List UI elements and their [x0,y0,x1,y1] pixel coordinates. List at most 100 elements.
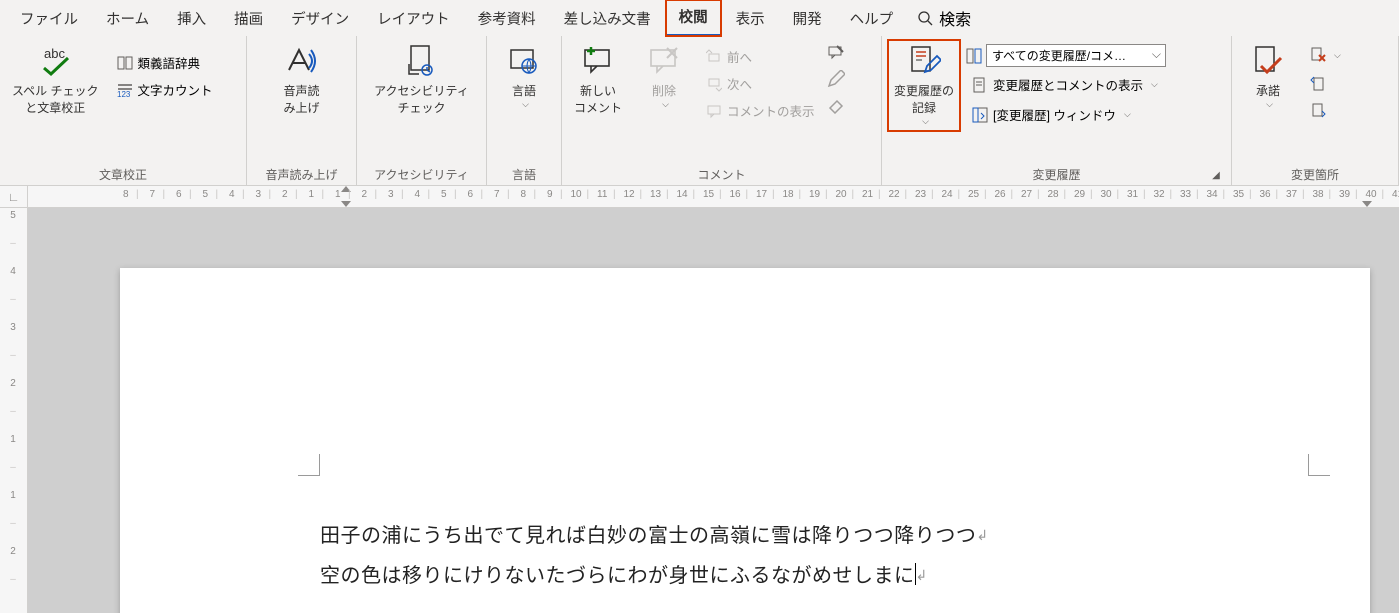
next-comment-button[interactable]: 次へ [700,71,821,96]
spell-check-icon: abc [38,44,72,78]
eraser-icon[interactable] [827,96,845,114]
new-comment-button[interactable]: 新しい コメント [568,40,628,120]
display-for-review-icon [966,48,982,64]
prev-comment-button[interactable]: 前へ [700,44,821,69]
read-aloud-button[interactable]: 音声読 み上げ [272,40,332,120]
delete-comment-button[interactable]: 削除⌵ [634,40,694,114]
ruler-minor-tick: | [481,189,484,200]
next-change-button[interactable] [1304,100,1347,122]
ink-comment-icon[interactable] [827,44,845,62]
tab-insert[interactable]: 挿入 [163,1,220,36]
reject-button[interactable]: ⌵ [1304,44,1347,66]
tab-mailings[interactable]: 差し込み文書 [550,1,665,36]
accessibility-check-button[interactable]: アクセシビリティ チェック [368,40,475,120]
ruler-minor-tick: | [613,189,616,200]
ruler-tick: 37 [1286,189,1297,200]
ruler-minor-tick: | [878,189,881,200]
ruler-tick: 8 [521,189,527,200]
reviewing-pane-label: [変更履歴] ウィンドウ [993,105,1116,124]
vertical-ruler[interactable]: 5–4–3–2–1–1–2– [0,208,28,613]
tab-view[interactable]: 表示 [722,1,779,36]
tab-design[interactable]: デザイン [277,1,363,36]
dialog-launcher-tracking[interactable]: ◢ [1210,170,1222,182]
tab-draw[interactable]: 描画 [220,1,277,36]
ruler-tick: 41 [1392,189,1399,200]
pen-icon[interactable] [827,70,845,88]
next-comment-icon [706,76,722,92]
thesaurus-button[interactable]: 類義語辞典 [111,50,219,75]
search-box[interactable]: 検索 [907,0,981,37]
ruler-minor-tick: | [242,189,245,200]
display-for-review-combo[interactable]: すべての変更履歴/コメ… [986,44,1166,67]
new-comment-label: 新しい コメント [574,82,622,116]
ruler-tick: 9 [547,189,553,200]
reviewing-pane-icon [972,107,988,123]
ruler-tick: 18 [783,189,794,200]
tab-file[interactable]: ファイル [6,1,92,36]
ruler-minor-tick: | [375,189,378,200]
ruler-tick: 8 [123,189,129,200]
svg-text:123: 123 [117,90,131,98]
tab-references[interactable]: 参考資料 [464,1,550,36]
show-markup-button[interactable]: 変更履歴とコメントの表示⌵ [966,72,1166,97]
ruler-minor-tick: | [189,189,192,200]
right-indent-marker[interactable] [1362,201,1372,207]
ruler-minor-tick: | [984,189,987,200]
ruler-minor-tick: | [1037,189,1040,200]
ruler-tick: 26 [995,189,1006,200]
ruler-minor-tick: | [1355,189,1358,200]
document-canvas[interactable]: 田子の浦にうち出でて見れば白妙の富士の高嶺に雪は降りつつ降りつつ↲ 空の色は移り… [28,208,1399,613]
tab-help[interactable]: ヘルプ [836,1,908,36]
spell-check-label: スペル チェック と文章校正 [12,82,99,116]
tab-selector[interactable]: ∟ [0,186,28,208]
vruler-tick: 4 [6,266,20,277]
prev-change-button[interactable] [1304,72,1347,94]
chevron-down-icon: ⌵ [1124,109,1131,120]
ruler-minor-tick: | [1302,189,1305,200]
reviewing-pane-button[interactable]: [変更履歴] ウィンドウ ⌵ [966,102,1166,127]
vruler-tick: 2 [6,378,20,389]
document-body[interactable]: 田子の浦にうち出でて見れば白妙の富士の高嶺に雪は降りつつ降りつつ↲ 空の色は移り… [320,516,989,596]
accept-button[interactable]: 承諾⌵ [1238,40,1298,114]
spell-check-button[interactable]: abc スペル チェック と文章校正 [6,40,105,120]
hanging-indent-marker[interactable] [341,201,351,207]
word-count-button[interactable]: 123 文字カウント [111,77,219,102]
ruler-minor-tick: | [825,189,828,200]
thesaurus-label: 類義語辞典 [138,53,201,72]
group-changes: 承諾⌵ ⌵ 変更箇所 [1232,36,1399,185]
pilcrow-icon: ↲ [916,567,928,583]
ruler-minor-tick: | [216,189,219,200]
ruler-tick: 28 [1048,189,1059,200]
horizontal-ruler[interactable]: 8|7|6|5|4|3|2|1|1|2|3|4|5|6|7|8|9|10|11|… [28,186,1399,208]
ruler-tick: 40 [1366,189,1377,200]
group-language: 言語⌵ 言語 [487,36,562,185]
ruler-tick: 3 [388,189,394,200]
tab-home[interactable]: ホーム [92,1,163,36]
ruler-tick: 29 [1074,189,1085,200]
show-comments-button[interactable]: コメントの表示 [700,98,821,123]
tab-bar: ファイル ホーム 挿入 描画 デザイン レイアウト 参考資料 差し込み文書 校閲… [0,0,1399,36]
prev-comment-icon [706,49,722,65]
word-count-label: 文字カウント [138,80,213,99]
prev-change-icon [1310,75,1326,91]
ruler-minor-tick: | [746,189,749,200]
ruler-minor-tick: | [1223,189,1226,200]
tab-developer[interactable]: 開発 [779,1,836,36]
language-button[interactable]: 言語⌵ [494,40,554,114]
margin-mark-top-left [298,454,320,476]
ruler-minor-tick: | [1064,189,1067,200]
prev-comment-label: 前へ [727,47,752,66]
accessibility-icon [405,44,439,78]
tab-layout[interactable]: レイアウト [363,1,464,36]
ruler-tick: 33 [1180,189,1191,200]
reject-icon [1310,47,1326,63]
accessibility-check-label: アクセシビリティ チェック [374,82,469,116]
language-label: 言語 [512,82,536,99]
track-changes-button[interactable]: 変更履歴の 記録⌵ [888,40,960,131]
tab-review[interactable]: 校閲 [665,0,722,37]
ruler-tick: 7 [494,189,500,200]
ruler-minor-tick: | [1382,189,1385,200]
group-speech: 音声読 み上げ 音声読み上げ [247,36,357,185]
language-icon [507,44,541,78]
chevron-down-icon: ⌵ [1266,99,1273,110]
